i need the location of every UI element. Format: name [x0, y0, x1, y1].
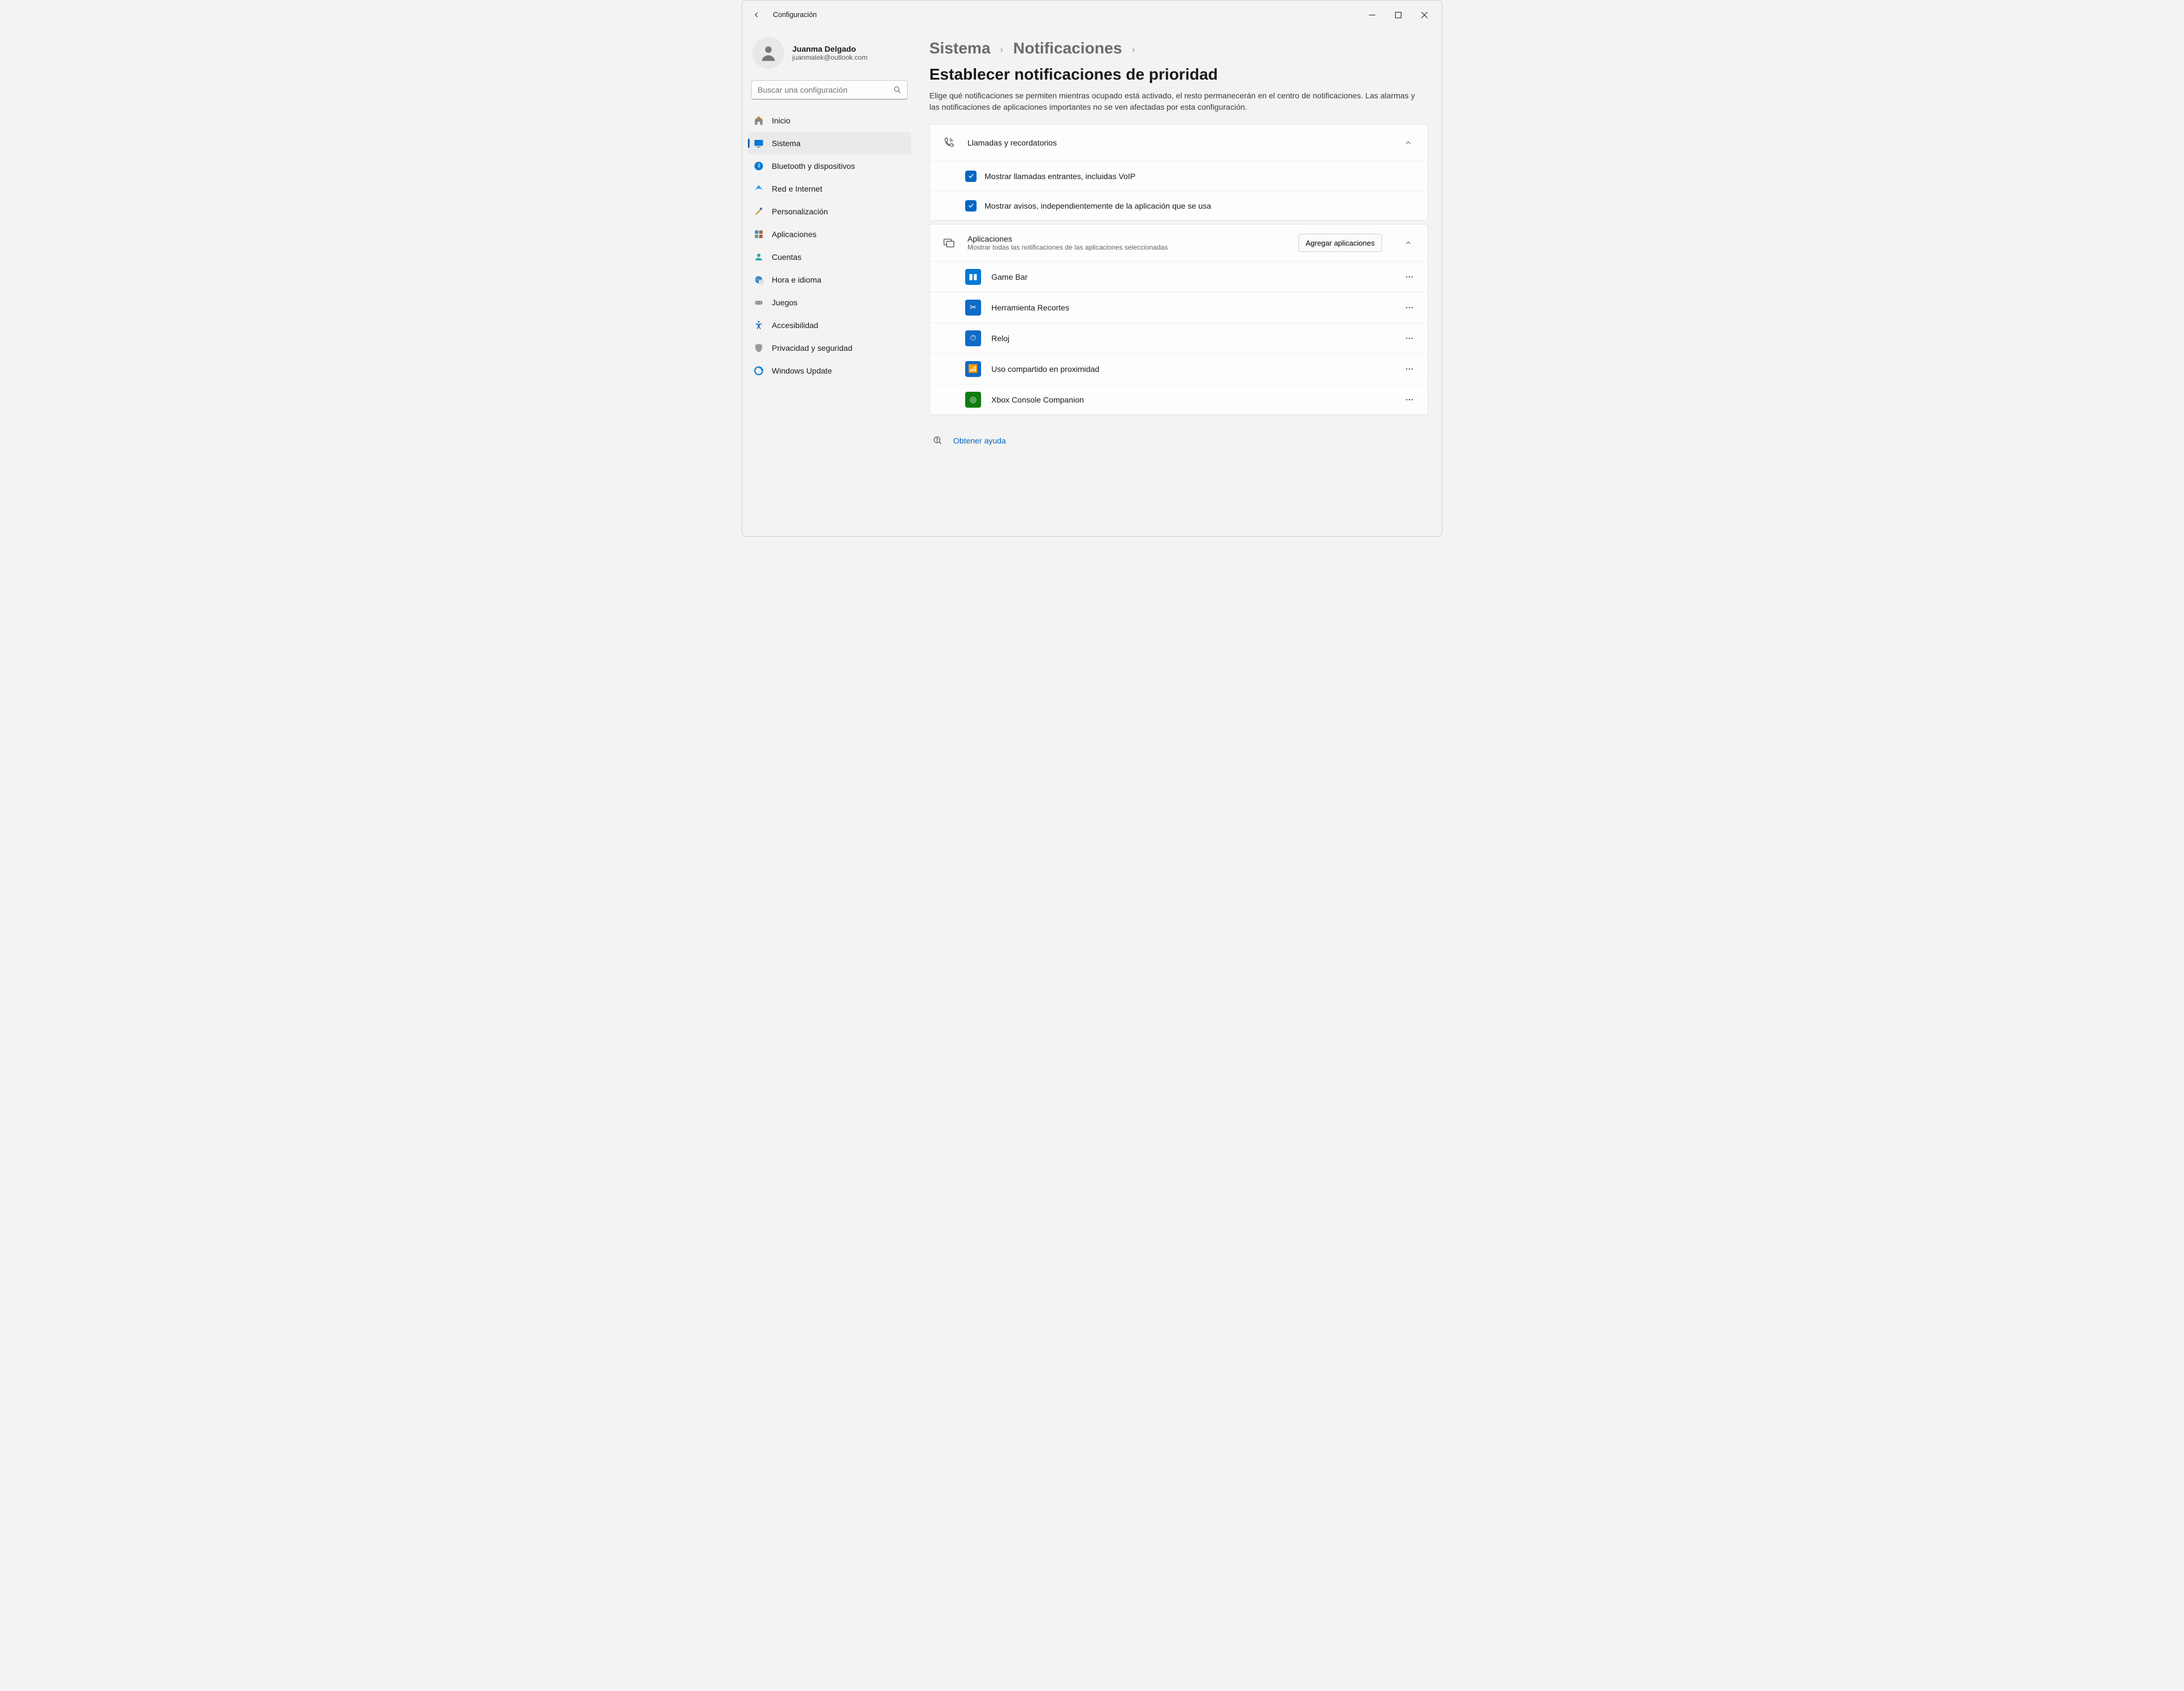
sidebar-item-update[interactable]: Windows Update: [748, 360, 911, 382]
app-icon: 📶: [965, 361, 981, 377]
chevron-right-icon: [998, 41, 1005, 56]
sidebar-item-label: Bluetooth y dispositivos: [772, 161, 855, 171]
brush-icon: [754, 206, 764, 217]
option-label: Mostrar llamadas entrantes, incluidas Vo…: [985, 172, 1135, 181]
section-title: Aplicaciones: [967, 234, 1168, 243]
sidebar-item-network[interactable]: Red e Internet: [748, 178, 911, 200]
app-name: Herramienta Recortes: [991, 303, 1069, 312]
chevron-up-icon[interactable]: [1398, 233, 1418, 253]
apps-section-header[interactable]: Aplicaciones Mostrar todas las notificac…: [930, 225, 1428, 261]
update-icon: [754, 366, 764, 376]
sidebar-item-system[interactable]: Sistema: [748, 132, 911, 154]
help-icon: [933, 436, 943, 446]
breadcrumb-system[interactable]: Sistema: [929, 39, 990, 57]
sidebar-item-label: Personalización: [772, 207, 828, 216]
app-icon: ⏱: [965, 330, 981, 346]
get-help-link[interactable]: Obtener ayuda: [953, 436, 1006, 445]
shield-icon: [754, 343, 764, 353]
checkbox-checked-icon[interactable]: [965, 200, 977, 212]
app-row[interactable]: ⏱ Reloj: [930, 322, 1428, 353]
calls-reminders-section: Llamadas y recordatorios Mostrar llamada…: [929, 124, 1428, 221]
clock-globe-icon: [754, 275, 764, 285]
home-icon: [754, 115, 764, 126]
account-icon: [754, 252, 764, 262]
app-name: Reloj: [991, 334, 1010, 343]
bluetooth-icon: [754, 161, 764, 171]
sidebar-item-label: Juegos: [772, 298, 797, 307]
sidebar-item-label: Aplicaciones: [772, 230, 817, 239]
sidebar-item-accounts[interactable]: Cuentas: [748, 246, 911, 268]
app-row[interactable]: ✂ Herramienta Recortes: [930, 292, 1428, 322]
sidebar-item-apps[interactable]: Aplicaciones: [748, 223, 911, 245]
more-button[interactable]: [1400, 329, 1418, 347]
sidebar-item-label: Hora e idioma: [772, 275, 821, 284]
sidebar-item-label: Windows Update: [772, 366, 832, 375]
sidebar-item-label: Inicio: [772, 116, 791, 125]
gamepad-icon: [754, 297, 764, 308]
app-icon: ▮▮: [965, 269, 981, 285]
sidebar-item-home[interactable]: Inicio: [748, 110, 911, 131]
breadcrumb-notifications[interactable]: Notificaciones: [1013, 39, 1122, 57]
window-title: Configuración: [773, 11, 817, 19]
avatar: [752, 37, 784, 69]
section-title: Llamadas y recordatorios: [967, 138, 1057, 147]
sidebar-item-label: Accesibilidad: [772, 321, 818, 330]
more-button[interactable]: [1400, 268, 1418, 286]
breadcrumb: Sistema Notificaciones Establecer notifi…: [929, 39, 1428, 84]
more-button[interactable]: [1400, 360, 1418, 378]
search-input[interactable]: [751, 80, 908, 100]
search-icon: [893, 85, 902, 94]
user-profile[interactable]: Juanma Delgado juanmatek@outlook.com: [748, 29, 911, 80]
close-button[interactable]: [1411, 6, 1437, 24]
calls-section-header[interactable]: Llamadas y recordatorios: [930, 125, 1428, 161]
sidebar-item-privacy[interactable]: Privacidad y seguridad: [748, 337, 911, 359]
sidebar-item-accessibility[interactable]: Accesibilidad: [748, 314, 911, 336]
maximize-button[interactable]: [1385, 6, 1411, 24]
sidebar-item-label: Red e Internet: [772, 184, 822, 193]
sidebar-item-bluetooth[interactable]: Bluetooth y dispositivos: [748, 155, 911, 177]
chevron-right-icon: [1130, 41, 1137, 56]
app-name: Game Bar: [991, 272, 1028, 281]
add-apps-button[interactable]: Agregar aplicaciones: [1298, 234, 1382, 252]
more-button[interactable]: [1400, 391, 1418, 409]
app-icon: ✂: [965, 300, 981, 316]
app-row[interactable]: 📶 Uso compartido en proximidad: [930, 353, 1428, 384]
sidebar-item-label: Sistema: [772, 139, 801, 148]
accessibility-icon: [754, 320, 764, 330]
sidebar-item-personalization[interactable]: Personalización: [748, 201, 911, 222]
section-subtitle: Mostrar todas las notificaciones de las …: [967, 243, 1168, 251]
sidebar-item-time-language[interactable]: Hora e idioma: [748, 269, 911, 291]
minimize-button[interactable]: [1359, 6, 1385, 24]
option-label: Mostrar avisos, independientemente de la…: [985, 201, 1211, 210]
app-row[interactable]: ▮▮ Game Bar: [930, 261, 1428, 292]
apps-window-icon: [942, 237, 955, 249]
app-name: Uso compartido en proximidad: [991, 364, 1099, 374]
page-title: Establecer notificaciones de prioridad: [929, 65, 1218, 84]
apps-section: Aplicaciones Mostrar todas las notificac…: [929, 224, 1428, 415]
option-reminders[interactable]: Mostrar avisos, independientemente de la…: [930, 190, 1428, 220]
phone-icon: [942, 136, 955, 149]
option-incoming-calls[interactable]: Mostrar llamadas entrantes, incluidas Vo…: [930, 161, 1428, 190]
system-icon: [754, 138, 764, 148]
wifi-icon: [754, 184, 764, 194]
app-name: Xbox Console Companion: [991, 395, 1084, 404]
app-row[interactable]: ◎ Xbox Console Companion: [930, 384, 1428, 415]
profile-name: Juanma Delgado: [792, 44, 867, 53]
sidebar-item-label: Privacidad y seguridad: [772, 343, 853, 353]
more-button[interactable]: [1400, 299, 1418, 317]
apps-icon: [754, 229, 764, 239]
checkbox-checked-icon[interactable]: [965, 171, 977, 182]
app-icon: ◎: [965, 392, 981, 408]
sidebar-item-gaming[interactable]: Juegos: [748, 292, 911, 313]
page-subtitle: Elige qué notificaciones se permiten mie…: [929, 90, 1424, 113]
sidebar-item-label: Cuentas: [772, 252, 801, 262]
back-button[interactable]: [747, 3, 770, 26]
chevron-up-icon[interactable]: [1398, 132, 1418, 153]
profile-email: juanmatek@outlook.com: [792, 53, 867, 61]
